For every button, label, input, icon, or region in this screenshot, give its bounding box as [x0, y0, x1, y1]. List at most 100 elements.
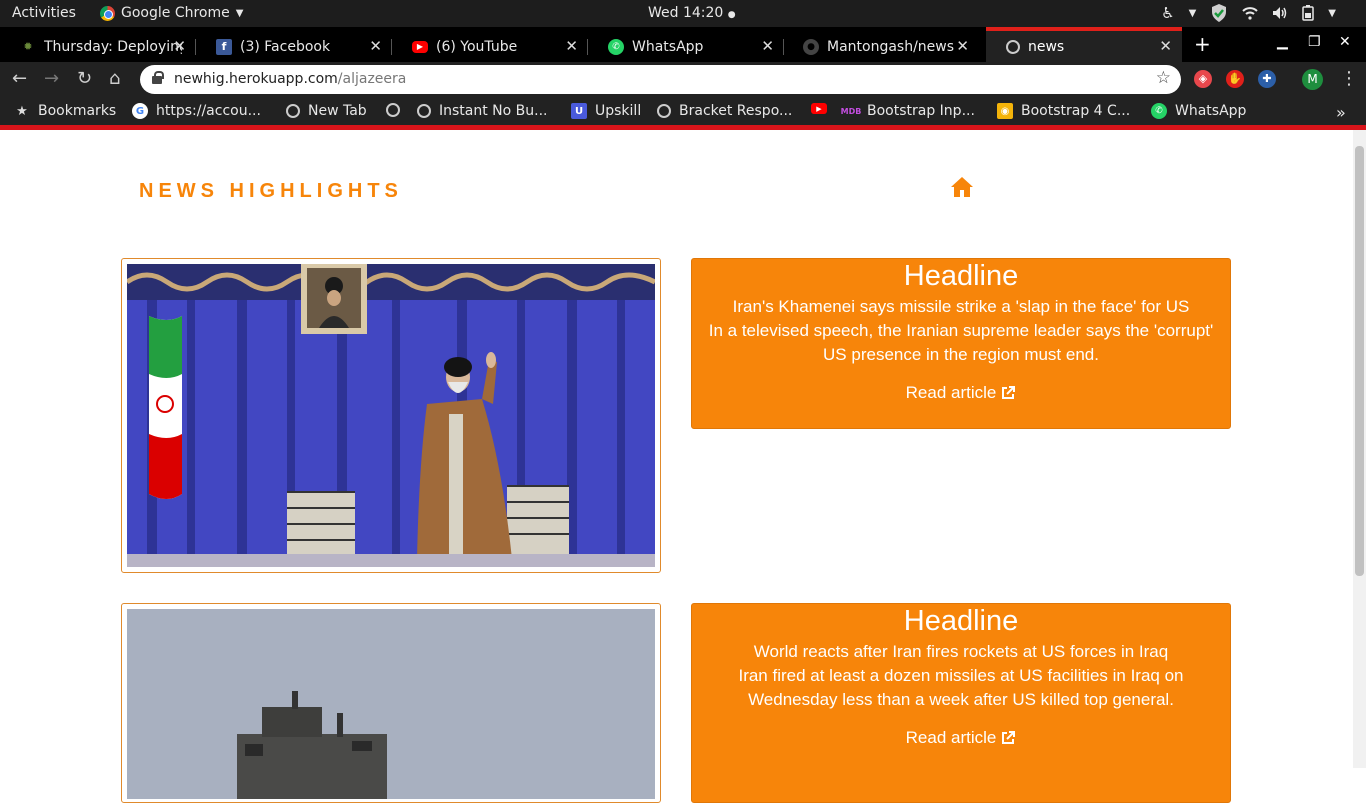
headline-description: Iran fired at least a dozen missiles at … [738, 666, 1184, 709]
bookmark-youtube[interactable]: ▶ [811, 103, 835, 114]
clock[interactable]: Wed 14:20 ● [648, 5, 736, 21]
bookmark-globe[interactable] [386, 103, 408, 117]
article-photo-khamenei [127, 264, 655, 567]
article-headline-card: Headline Iran's Khamenei says missile st… [691, 258, 1231, 429]
tab-title: (6) YouTube [436, 38, 518, 55]
address-url[interactable]: newhig.herokuapp.com/aljazeera [174, 71, 406, 87]
headline-heading: Headline [903, 605, 1019, 637]
forward-button[interactable]: → [44, 68, 59, 89]
wifi-icon[interactable] [1242, 6, 1258, 20]
tab-youtube[interactable]: ▶ (6) YouTube ✕ [392, 31, 588, 62]
read-article-link[interactable]: Read article [906, 383, 1017, 403]
close-icon[interactable]: ✕ [1159, 37, 1172, 55]
read-article-link[interactable]: Read article [906, 728, 1017, 748]
shield-icon[interactable] [1210, 3, 1228, 23]
close-icon[interactable]: ✕ [173, 37, 186, 55]
google-icon: G [132, 103, 148, 119]
bookmark-label: Upskill [595, 103, 642, 119]
mdb-icon: MDB [840, 106, 862, 116]
new-tab-button[interactable]: + [1194, 32, 1211, 56]
lock-icon[interactable] [152, 71, 164, 84]
globe-icon [657, 104, 671, 118]
close-window-button[interactable]: ✕ [1339, 34, 1351, 50]
page-scrollbar[interactable] [1353, 130, 1366, 768]
bookmark-bootstrap4[interactable]: ◉ Bootstrap 4 C... [997, 103, 1130, 119]
bookmark-accounts[interactable]: Ghttps://accou... [132, 103, 261, 119]
bookmark-star-icon[interactable]: ☆ [1156, 68, 1171, 88]
tab-facebook[interactable]: f (3) Facebook ✕ [196, 31, 392, 62]
address-bar[interactable]: newhig.herokuapp.com/aljazeera ☆ [140, 65, 1181, 94]
headline-heading: Headline [903, 260, 1019, 292]
article-headline-card: Headline World reacts after Iran fires r… [691, 603, 1231, 803]
bookmark-whatsapp[interactable]: ✆ WhatsApp [1151, 103, 1246, 119]
bookmark-label: Bookmarks [38, 103, 117, 119]
tab-title: Thursday: Deploying [44, 38, 182, 55]
maximize-button[interactable]: ❐ [1308, 34, 1321, 50]
chevron-down-icon: ▼ [1188, 7, 1197, 19]
home-button[interactable]: ⌂ [109, 68, 120, 89]
close-icon[interactable]: ✕ [369, 37, 382, 55]
menu-kebab-icon[interactable]: ⋮ [1340, 68, 1358, 89]
bookmarks-overflow-button[interactable]: » [1336, 103, 1346, 122]
tab-news[interactable]: news ✕ [986, 27, 1182, 62]
tab-title: Mantongash/news [827, 38, 955, 55]
clock-label: Wed 14:20 [648, 5, 724, 21]
page-content: NEWS HIGHLIGHTS Headline Iran's Khamenei… [0, 130, 1353, 803]
globe-icon [417, 104, 431, 118]
profile-avatar[interactable]: M [1302, 69, 1323, 90]
battery-icon[interactable] [1302, 5, 1315, 21]
extension-hand-icon[interactable]: ✋ [1226, 70, 1244, 88]
extension-puzzle-icon[interactable]: ✚ [1258, 70, 1276, 88]
bookmark-bracket[interactable]: Bracket Respo... [657, 103, 792, 119]
whatsapp-icon: ✆ [608, 38, 624, 55]
bookmark-apps[interactable]: ★ Bookmarks [14, 103, 116, 119]
bookmark-upskill[interactable]: U Upskill [571, 103, 641, 119]
activities-button[interactable]: Activities [12, 5, 76, 21]
bookmarks-bar: ★ Bookmarks Ghttps://accou... New Tab Ins… [0, 97, 1366, 125]
tab-whatsapp[interactable]: ✆ WhatsApp ✕ [588, 31, 784, 62]
tab-deploying[interactable]: ✹ Thursday: Deploying ✕ [0, 31, 196, 62]
bookmark-instant[interactable]: Instant No Bu... [417, 103, 548, 119]
tab-strip: ✹ Thursday: Deploying ✕ f (3) Facebook ✕… [0, 27, 1366, 62]
extension-shield-icon[interactable]: ◈ [1194, 70, 1212, 88]
bookmark-bootstrap-input[interactable]: MDB Bootstrap Inp... [840, 103, 975, 119]
bookmark-label: Bootstrap 4 C... [1021, 103, 1131, 119]
read-article-label: Read article [905, 728, 997, 747]
external-link-icon [1002, 731, 1016, 744]
headline-description: In a televised speech, the Iranian supre… [708, 321, 1214, 364]
chrome-icon [100, 5, 115, 21]
back-button[interactable]: ← [12, 68, 27, 89]
portrait-frame [301, 264, 367, 334]
close-icon[interactable]: ✕ [956, 37, 969, 55]
globe-icon [1006, 39, 1020, 54]
article-image-card [121, 603, 661, 803]
youtube-icon: ▶ [811, 103, 827, 114]
close-icon[interactable]: ✕ [565, 37, 578, 55]
tab-title: (3) Facebook [240, 38, 331, 55]
tab-github[interactable]: ● Mantongash/news ✕ [783, 31, 979, 62]
read-article-label: Read article [905, 383, 997, 402]
reload-button[interactable]: ↻ [77, 68, 92, 89]
bookmark-label: New Tab [308, 103, 367, 119]
chevron-down-icon: ▼ [1328, 7, 1336, 19]
minimize-button[interactable]: ▁ [1277, 34, 1288, 50]
facebook-icon: f [216, 38, 232, 55]
home-icon[interactable] [950, 176, 974, 198]
app-menu[interactable]: Google Chrome ▼ [100, 5, 243, 21]
system-top-bar: Activities Google Chrome ▼ Wed 14:20 ● ♿… [0, 0, 1366, 27]
deploy-icon: ✹ [23, 40, 33, 53]
bookmark-label: WhatsApp [1175, 103, 1247, 119]
article-image-card [121, 258, 661, 573]
close-icon[interactable]: ✕ [761, 37, 774, 55]
scrollbar-thumb[interactable] [1355, 146, 1364, 576]
upskill-icon: U [571, 103, 587, 119]
notification-dot-icon: ● [727, 10, 736, 20]
volume-icon[interactable] [1272, 6, 1288, 20]
system-tray[interactable]: ♿ ▼ ▼ [1161, 3, 1336, 23]
bookmark-new-tab[interactable]: New Tab [286, 103, 367, 119]
accessibility-icon[interactable]: ♿ [1161, 4, 1174, 22]
bookmark-label: Instant No Bu... [439, 103, 548, 119]
browser-toolbar: ← → ↻ ⌂ newhig.herokuapp.com/aljazeera ☆… [0, 62, 1366, 97]
bootstrap-icon: ◉ [997, 103, 1013, 119]
site-brand[interactable]: NEWS HIGHLIGHTS [139, 180, 403, 203]
